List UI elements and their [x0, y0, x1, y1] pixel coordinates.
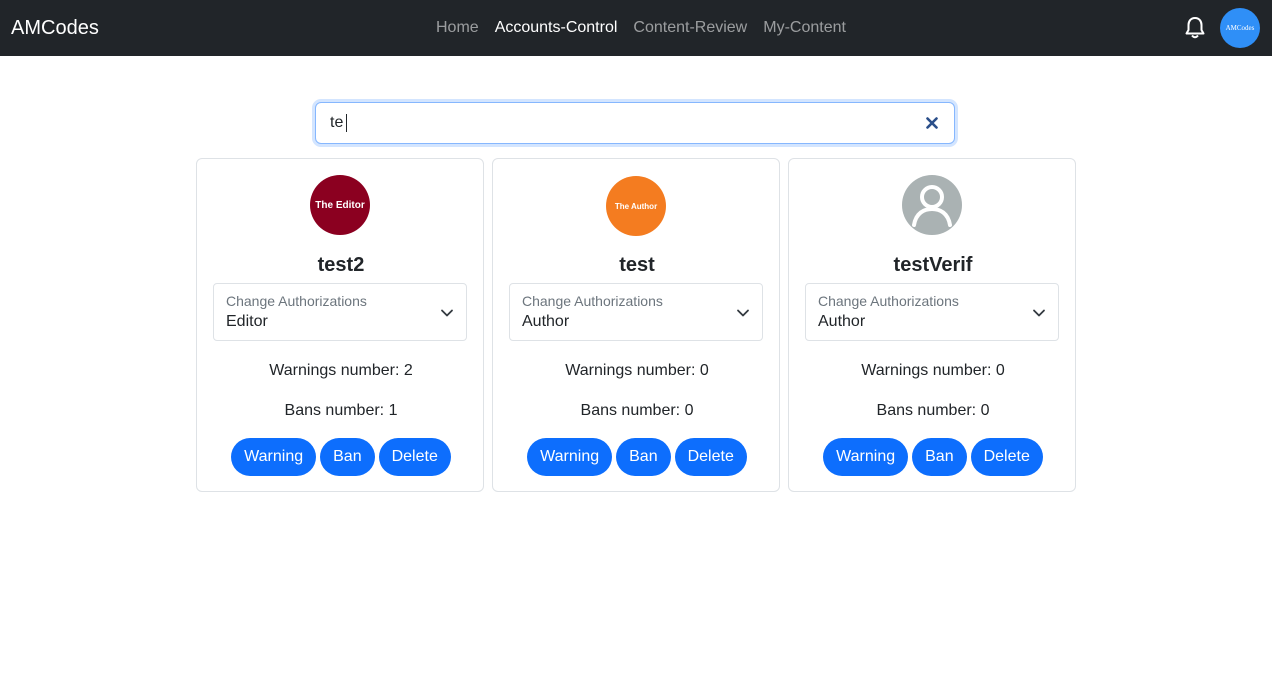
user-card: The Editor test2 Change Authorizations E… [196, 158, 484, 492]
search-input[interactable] [330, 103, 910, 143]
authorization-select[interactable]: Change Authorizations Editor [213, 283, 467, 341]
warnings-count: Warnings number: 0 [565, 362, 709, 379]
chevron-down-icon [737, 309, 749, 317]
delete-button[interactable]: Delete [378, 438, 451, 476]
user-card: The Author test Change Authorizations Au… [492, 158, 780, 492]
card-actions: Warning Ban Delete [493, 438, 781, 476]
nav-link-my-content[interactable]: My-Content [763, 18, 846, 38]
search-box [315, 102, 955, 144]
text-cursor [346, 114, 347, 132]
select-value: Author [818, 313, 866, 330]
ban-button[interactable]: Ban [912, 438, 967, 476]
username: test [619, 254, 655, 276]
authorization-select[interactable]: Change Authorizations Author [509, 283, 763, 341]
ban-button[interactable]: Ban [616, 438, 671, 476]
bell-icon[interactable] [1184, 16, 1206, 40]
bans-count: Bans number: 0 [876, 402, 990, 419]
brand-logo[interactable]: AMCodes [11, 15, 99, 41]
bans-count: Bans number: 0 [580, 402, 694, 419]
user-avatar: The Author [606, 176, 666, 236]
warning-button[interactable]: Warning [527, 438, 613, 476]
username: testVerif [893, 254, 973, 276]
user-avatar[interactable]: AMCodes [1220, 8, 1260, 48]
chevron-down-icon [441, 309, 453, 317]
select-label: Change Authorizations [818, 293, 959, 309]
warnings-count: Warnings number: 2 [269, 362, 413, 379]
ban-button[interactable]: Ban [320, 438, 375, 476]
default-user-avatar-icon [902, 175, 962, 235]
nav-link-accounts-control[interactable]: Accounts-Control [495, 18, 618, 38]
nav-link-content-review[interactable]: Content-Review [633, 18, 747, 38]
nav-link-home[interactable]: Home [436, 18, 479, 38]
close-icon[interactable] [925, 116, 939, 130]
user-avatar: The Editor [310, 175, 370, 235]
card-actions: Warning Ban Delete [789, 438, 1077, 476]
select-label: Change Authorizations [226, 293, 367, 309]
bans-count: Bans number: 1 [284, 402, 398, 419]
select-value: Editor [226, 313, 268, 330]
navbar: AMCodes Home Accounts-Control Content-Re… [0, 0, 1272, 56]
select-label: Change Authorizations [522, 293, 663, 309]
warning-button[interactable]: Warning [823, 438, 909, 476]
delete-button[interactable]: Delete [674, 438, 747, 476]
nav-links: Home Accounts-Control Content-Review My-… [436, 18, 846, 38]
warning-button[interactable]: Warning [231, 438, 317, 476]
warnings-count: Warnings number: 0 [861, 362, 1005, 379]
username: test2 [317, 254, 365, 276]
authorization-select[interactable]: Change Authorizations Author [805, 283, 1059, 341]
user-card: testVerif Change Authorizations Author W… [788, 158, 1076, 492]
delete-button[interactable]: Delete [970, 438, 1043, 476]
select-value: Author [522, 313, 570, 330]
card-actions: Warning Ban Delete [197, 438, 485, 476]
chevron-down-icon [1033, 309, 1045, 317]
